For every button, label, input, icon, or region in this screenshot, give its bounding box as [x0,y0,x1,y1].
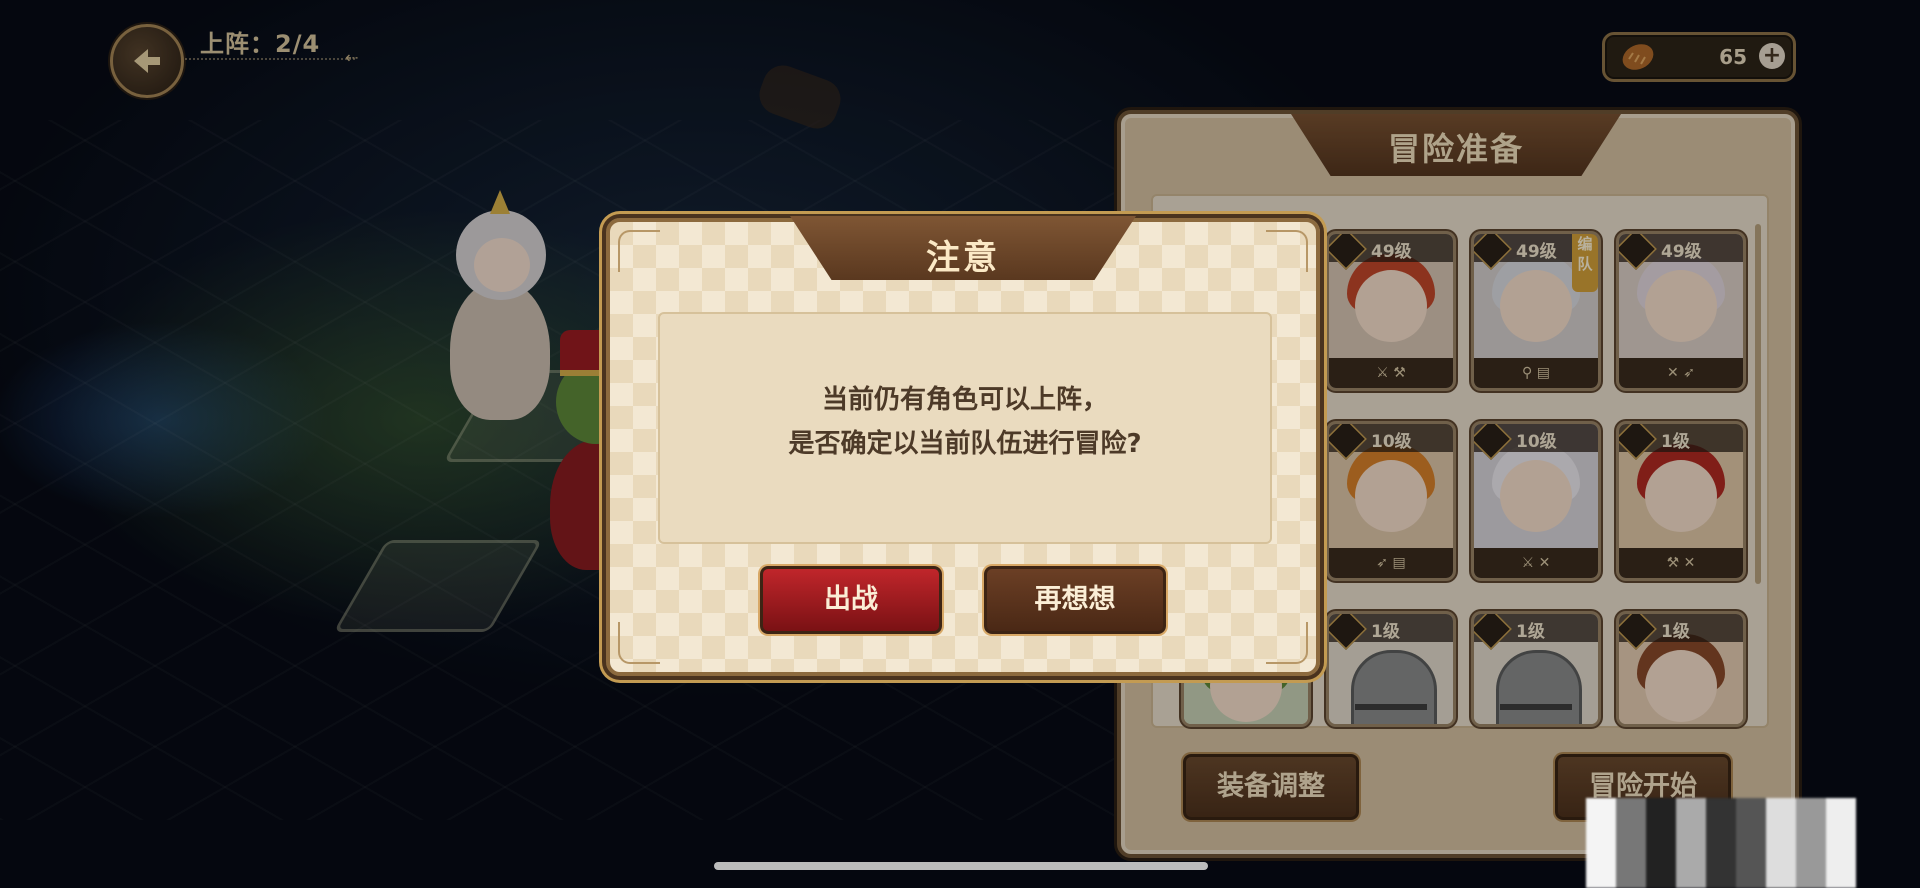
dialog-message: 当前仍有角色可以上阵， 是否确定以当前队伍进行冒险? [660,378,1270,466]
home-indicator-bar[interactable] [714,862,1208,870]
confirm-dialog: 注意 当前仍有角色可以上阵， 是否确定以当前队伍进行冒险? 出战 再想想 [606,216,1320,676]
corner-ornament [618,622,660,664]
dialog-title: 注意 [926,238,1000,278]
corner-ornament [618,230,660,272]
corner-ornament [1266,230,1308,272]
dialog-message-line1: 当前仍有角色可以上阵， [821,385,1108,415]
blurred-watermark [1586,798,1856,888]
confirm-fight-button[interactable]: 出战 [760,566,942,634]
dialog-message-line2: 是否确定以当前队伍进行冒险? [788,429,1142,459]
dialog-message-box: 当前仍有角色可以上阵， 是否确定以当前队伍进行冒险? [658,312,1272,544]
reconsider-button[interactable]: 再想想 [984,566,1166,634]
corner-ornament [1266,622,1308,664]
